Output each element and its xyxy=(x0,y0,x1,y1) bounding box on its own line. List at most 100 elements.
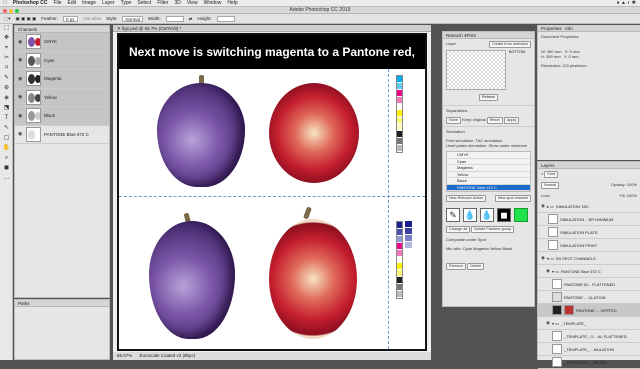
lasso-tool-icon[interactable]: ⌖ xyxy=(2,45,11,52)
channel-row-yellow[interactable]: ◉ Yellow xyxy=(15,88,109,107)
channel-row-magenta[interactable]: ◉ Magenta xyxy=(15,70,109,89)
menu-layer[interactable]: Layer xyxy=(102,0,115,6)
more-tools-icon[interactable]: … xyxy=(2,175,11,182)
selection-mode-icons[interactable]: ▣ ▣ ▣ ▣ xyxy=(16,16,37,22)
path-select-tool-icon[interactable]: ↖ xyxy=(2,125,11,132)
layer-row[interactable]: PANTONE Bl... FLATTENED xyxy=(538,278,640,291)
fill-field[interactable]: Fill: 100% xyxy=(619,193,637,198)
eye-icon[interactable]: ◉ xyxy=(18,39,23,44)
eye-icon[interactable]: ◉ xyxy=(541,203,545,209)
blend-mode-select[interactable]: Normal xyxy=(541,182,560,189)
y-value[interactable]: 0 mm xyxy=(569,54,579,59)
fill-icon[interactable]: ◼ xyxy=(497,208,511,222)
mix-cyan-checkbox[interactable]: Cyan xyxy=(463,246,472,251)
gradient-tool-icon[interactable]: ⬔ xyxy=(2,105,11,112)
tab-properties[interactable]: Properties xyxy=(541,26,562,31)
eye-icon[interactable]: ◉ xyxy=(18,113,23,118)
delete-pantone-button[interactable]: Delete Pantone group xyxy=(471,226,515,233)
brush-icon[interactable]: ✎ xyxy=(446,208,460,222)
eye-icon[interactable]: ◉ xyxy=(18,76,23,81)
show-under-checkbox[interactable]: Show under minimum xyxy=(488,143,527,148)
channels-tab[interactable]: Channels xyxy=(15,26,109,33)
style-select[interactable]: Normal xyxy=(122,15,143,22)
opacity-field[interactable]: Opacity: 100% xyxy=(611,182,637,187)
marquee-tool-icon[interactable]: ⬚▾ xyxy=(4,16,11,22)
document-tab[interactable]: ✕ figs.psd @ 66.7% (CMYK/8) * xyxy=(113,25,431,32)
crop-tool-icon[interactable]: ✂ xyxy=(2,55,11,62)
maximize-window-icon[interactable] xyxy=(15,8,19,13)
paths-tab[interactable]: Paths xyxy=(15,300,109,307)
remove-button[interactable]: Remove xyxy=(446,263,467,270)
height-value[interactable]: 350 mm xyxy=(546,54,560,59)
app-menu[interactable]: Photoshop CC xyxy=(13,0,48,6)
green-swatch-icon[interactable] xyxy=(514,208,528,222)
eye-icon[interactable]: ◉ xyxy=(541,255,545,261)
eye-icon[interactable]: ◉ xyxy=(18,95,23,100)
canvas[interactable]: Next move is switching magenta to a Pant… xyxy=(117,33,427,351)
menu-file[interactable]: File xyxy=(53,0,61,6)
menu-image[interactable]: Image xyxy=(82,0,96,6)
apply-button[interactable]: Apply xyxy=(503,117,520,124)
eye-icon[interactable]: ◉ xyxy=(18,58,23,63)
channel-row-black[interactable]: ◉ Black xyxy=(15,107,109,126)
layers-tab[interactable]: Layers xyxy=(538,162,640,169)
minimize-window-icon[interactable] xyxy=(9,8,13,13)
eye-icon[interactable]: ◉ xyxy=(18,132,23,137)
create-from-selection-button[interactable]: Create from selection xyxy=(488,41,531,48)
plate-row-pantone[interactable]: PANTONE Blue 072 C xyxy=(447,184,530,191)
menu-filter[interactable]: Filter xyxy=(157,0,168,6)
stamp-tool-icon[interactable]: ⊕ xyxy=(2,85,11,92)
shape-tool-icon[interactable]: ▢ xyxy=(2,135,11,142)
brush-tool-icon[interactable]: ✎ xyxy=(2,75,11,82)
layer-row[interactable]: _TEMPLATE_ ...MULATION xyxy=(538,343,640,356)
menu-help[interactable]: Help xyxy=(227,0,237,6)
antialias-checkbox[interactable]: Anti-alias xyxy=(83,16,102,21)
drop-icon[interactable]: 💧 xyxy=(480,208,494,222)
height-input[interactable] xyxy=(216,15,235,22)
separations-select[interactable]: None xyxy=(446,117,462,124)
reset-button[interactable]: Reset xyxy=(486,117,503,124)
kind-select[interactable]: Kind xyxy=(544,171,558,178)
new-retouch-action-button[interactable]: New Retouch Action xyxy=(446,195,487,202)
swap-icon[interactable]: ⇄ xyxy=(189,16,193,22)
keep-original-checkbox[interactable]: Keep original xyxy=(462,117,485,122)
refresh-button[interactable]: Refresh xyxy=(478,94,499,101)
eye-icon[interactable]: ◉ xyxy=(546,320,550,326)
hand-tool-icon[interactable]: ✋ xyxy=(2,145,11,152)
layer-row[interactable]: PANTONE ... ULATION xyxy=(538,291,640,304)
drop-icon[interactable]: 💧 xyxy=(463,208,477,222)
delete-button[interactable]: Delete xyxy=(467,263,485,270)
type-tool-icon[interactable]: T xyxy=(2,115,11,122)
tab-info[interactable]: Info xyxy=(565,26,573,31)
mix-yellow-checkbox[interactable]: Yellow xyxy=(490,246,501,251)
mix-black-checkbox[interactable]: Black xyxy=(502,246,512,251)
retouch-tab[interactable]: Retouch 4Print xyxy=(443,32,534,39)
layer-row[interactable]: SIMULATION PRINT xyxy=(538,239,640,252)
new-spot-channel-button[interactable]: New spot channel xyxy=(494,195,531,202)
color-swatches-icon[interactable]: ◼ xyxy=(2,165,11,172)
channel-row-cyan[interactable]: ◉ Cyan xyxy=(15,51,109,70)
channel-row-pantone[interactable]: ◉ PANTONE Blue 072 C xyxy=(15,125,109,144)
change-all-button[interactable]: Change all xyxy=(446,226,471,233)
menu-view[interactable]: View xyxy=(187,0,198,6)
layer-row[interactable]: _TEMPLATE_ O... AL FLATTENED xyxy=(538,330,640,343)
menu-3d[interactable]: 3D xyxy=(174,0,180,6)
menu-window[interactable]: Window xyxy=(204,0,222,6)
menu-edit[interactable]: Edit xyxy=(68,0,77,6)
move-tool-icon[interactable]: ⬚ xyxy=(2,25,11,32)
eye-icon[interactable]: ◉ xyxy=(546,268,550,274)
mix-magenta-checkbox[interactable]: Magenta xyxy=(473,246,489,251)
layer-row[interactable]: SIMULATION ...ER MINIMUM xyxy=(538,213,640,226)
channel-row-cmyk[interactable]: ◉ CMYK xyxy=(15,33,109,52)
layer-row-pantone-group[interactable]: ◉ ▾ ▭ PANTONE Blue 072 C xyxy=(538,265,640,278)
eyedropper-tool-icon[interactable]: ⌑ xyxy=(2,65,11,72)
close-window-icon[interactable] xyxy=(3,8,7,13)
menu-select[interactable]: Select xyxy=(137,0,151,6)
layer-row-template[interactable]: ◉ ▾ ▭ _TEMPLATE_ xyxy=(538,317,640,330)
used-plates-checkbox[interactable]: Used plates simulation xyxy=(446,143,486,148)
zoom-tool-icon[interactable]: ⌕ xyxy=(2,155,11,162)
layer-row-simulation-tac[interactable]: ◉ ▸ ▭ SIMULATION TAC xyxy=(538,200,640,213)
marquee-tool-icon[interactable]: ✥ xyxy=(2,35,11,42)
zoom-level[interactable]: 66.67% xyxy=(117,353,132,358)
menu-type[interactable]: Type xyxy=(121,0,132,6)
